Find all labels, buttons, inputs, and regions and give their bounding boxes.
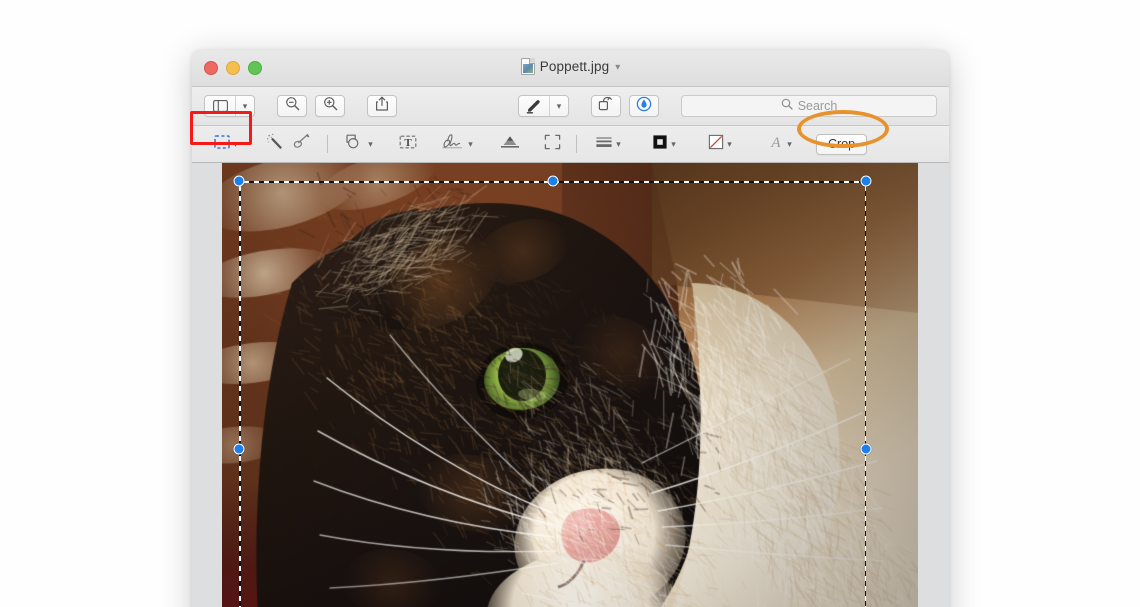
- sidebar-icon: [205, 96, 235, 116]
- fill-color-tool-button[interactable]: ▾: [700, 131, 740, 157]
- title-chevron-down-icon[interactable]: ▾: [615, 62, 620, 73]
- signature-chevron-down-icon[interactable]: ▾: [468, 140, 473, 149]
- markup-pen-icon: [519, 96, 549, 116]
- adjust-size-icon: [544, 134, 561, 155]
- minimize-window-button[interactable]: [226, 61, 240, 75]
- font-A-icon: A: [768, 134, 784, 155]
- window-title: Poppett.jpg: [540, 59, 609, 74]
- shape-style-tool-button[interactable]: ▾: [588, 131, 628, 157]
- border-color-chevron-down-icon[interactable]: ▾: [671, 140, 676, 149]
- instant-alpha-tool-button[interactable]: [262, 131, 288, 157]
- markup-button[interactable]: ▾: [518, 95, 569, 117]
- image-canvas-area: [192, 163, 949, 607]
- share-button[interactable]: [367, 95, 397, 117]
- search-placeholder: Search: [798, 99, 838, 113]
- font-style-chevron-down-icon[interactable]: ▾: [787, 140, 792, 149]
- zoom-out-icon: [285, 96, 300, 116]
- sidebar-button[interactable]: ▾: [204, 95, 255, 117]
- close-window-button[interactable]: [204, 61, 218, 75]
- toolbar-divider: [327, 135, 328, 153]
- fill-color-chevron-down-icon[interactable]: ▾: [727, 140, 732, 149]
- sketch-pen-icon: [293, 133, 313, 155]
- zoom-in-icon: [323, 96, 338, 116]
- shapes-icon: [345, 134, 365, 155]
- adjust-color-icon: [499, 134, 521, 155]
- selection-tool-chevron-down-icon[interactable]: ▾: [233, 140, 238, 149]
- zoom-in-button[interactable]: [315, 95, 345, 117]
- share-icon: [375, 96, 389, 116]
- signature-icon: [441, 133, 465, 155]
- selection-tool-button[interactable]: ▾: [206, 131, 246, 157]
- shape-style-chevron-down-icon[interactable]: ▾: [616, 140, 621, 149]
- photo-image[interactable]: [222, 163, 918, 607]
- text-box-icon: T: [399, 134, 417, 155]
- window-titlebar: Poppett.jpg ▾: [192, 50, 949, 87]
- font-style-tool-button[interactable]: A ▾: [760, 131, 800, 157]
- border-color-tool-button[interactable]: ▾: [644, 131, 684, 157]
- signature-tool-button[interactable]: ▾: [437, 131, 477, 157]
- shapes-tool-button[interactable]: ▾: [339, 131, 379, 157]
- annotate-icon: [636, 96, 652, 117]
- shapes-chevron-down-icon[interactable]: ▾: [368, 140, 373, 149]
- rotate-left-button[interactable]: [591, 95, 621, 117]
- sidebar-chevron-down-icon[interactable]: ▾: [235, 96, 254, 116]
- rectangular-selection-icon: [214, 135, 230, 154]
- border-color-swatch-icon: [652, 134, 668, 155]
- adjust-color-tool-button[interactable]: [497, 131, 523, 157]
- search-field[interactable]: Search: [681, 95, 937, 117]
- magic-wand-icon: [266, 133, 284, 155]
- annotate-button[interactable]: [629, 95, 659, 117]
- toolbar-divider-2: [576, 135, 577, 153]
- svg-text:A: A: [771, 135, 782, 150]
- document-icon: [521, 58, 535, 75]
- zoom-window-button[interactable]: [248, 61, 262, 75]
- main-toolbar: ▾ ▾ Search: [192, 87, 949, 126]
- line-style-icon: [595, 135, 613, 154]
- markup-toolbar: ▾ ▾ T ▾ ▾ ▾ ▾ A ▾ Crop: [192, 126, 949, 163]
- search-icon: [781, 97, 793, 115]
- traffic-lights: [204, 61, 262, 75]
- zoom-out-button[interactable]: [277, 95, 307, 117]
- sketch-tool-button[interactable]: [290, 131, 316, 157]
- preview-window: Poppett.jpg ▾ ▾ ▾ Search ▾ ▾ T ▾ ▾ ▾ ▾ A…: [192, 50, 949, 607]
- window-title-group: Poppett.jpg ▾: [192, 58, 949, 75]
- svg-text:T: T: [404, 137, 412, 149]
- adjust-size-tool-button[interactable]: [539, 131, 565, 157]
- markup-chevron-down-icon[interactable]: ▾: [549, 96, 568, 116]
- fill-color-none-icon: [708, 134, 724, 155]
- screenshot-stage: Poppett.jpg ▾ ▾ ▾ Search ▾ ▾ T ▾ ▾ ▾ ▾ A…: [0, 0, 1140, 607]
- crop-button[interactable]: Crop: [816, 134, 867, 155]
- rotate-left-icon: [598, 96, 614, 116]
- text-tool-button[interactable]: T: [395, 131, 421, 157]
